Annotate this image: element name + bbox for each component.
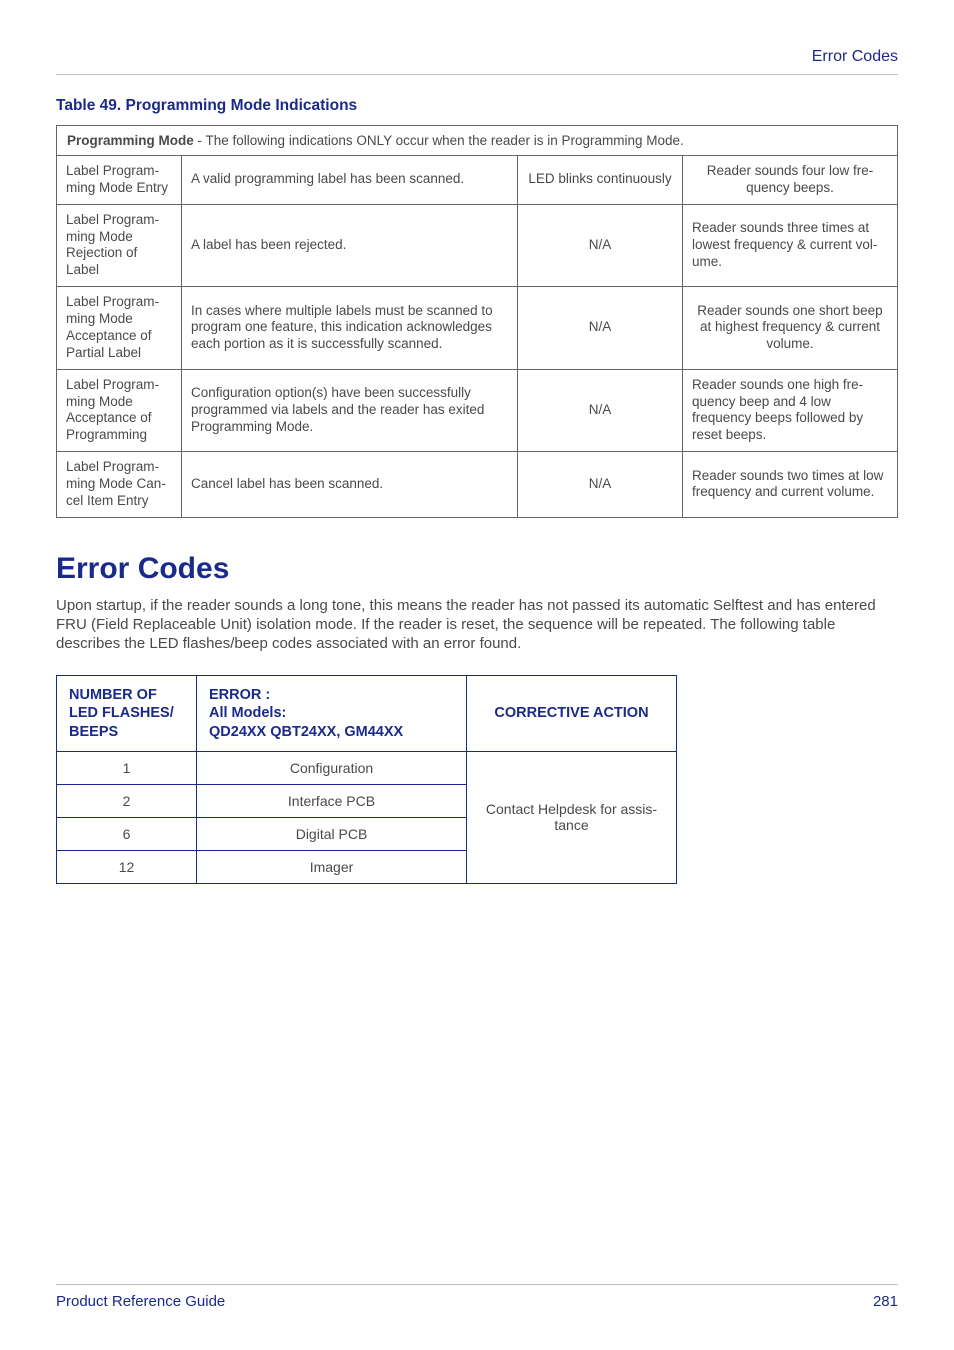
table-row: Label Program­ming Mode Rejec­tion of La… [57, 204, 898, 287]
table-row: Label Program­ming Mode Can­cel Item Ent… [57, 452, 898, 518]
th-line: NUMBER OF [69, 687, 157, 703]
cell: Label Program­ming Mode Acceptance of Pa… [57, 287, 182, 370]
cell: Digital PCB [197, 817, 467, 850]
table-row: 1 Configuration Contact Helpdesk for ass… [57, 751, 677, 784]
cell: 6 [57, 817, 197, 850]
table-row: Label Program­ming Mode Acceptance of Pa… [57, 287, 898, 370]
th-line: QD24XX QBT24XX, GM44XX [209, 724, 403, 740]
th-line: ERROR : [209, 687, 270, 703]
cell: Label Program­ming Mode Entry [57, 155, 182, 204]
cell: Imager [197, 850, 467, 883]
programming-mode-intro-bold: Programming Mode [67, 133, 194, 148]
footer-left: Product Reference Guide [56, 1293, 225, 1310]
page-header-right: Error Codes [56, 48, 898, 66]
programming-mode-intro-rest: - The following indications ONLY occur w… [194, 133, 684, 148]
cell: 1 [57, 751, 197, 784]
cell: N/A [518, 452, 683, 518]
header-cell: NUMBER OF LED FLASHES/ BEEPS [57, 676, 197, 751]
cell: Reader sounds one high fre­quency beep a… [683, 369, 898, 452]
header-cell: ERROR : All Models: QD24XX QBT24XX, GM44… [197, 676, 467, 751]
error-codes-heading: Error Codes [56, 552, 898, 586]
table-row: Label Program­ming Mode Acceptance of Pr… [57, 369, 898, 452]
cell: Interface PCB [197, 784, 467, 817]
cell: Label Program­ming Mode Rejec­tion of La… [57, 204, 182, 287]
cell: N/A [518, 369, 683, 452]
cell: Configuration option(s) have been succes… [182, 369, 518, 452]
header-divider [56, 74, 898, 75]
table49-caption: Table 49. Programming Mode Indications [56, 97, 898, 115]
cell: N/A [518, 287, 683, 370]
th-line: All Models: [209, 705, 286, 721]
error-codes-table: NUMBER OF LED FLASHES/ BEEPS ERROR : All… [56, 675, 677, 883]
table-row: Label Program­ming Mode Entry A valid pr… [57, 155, 898, 204]
cell: Configuration [197, 751, 467, 784]
cell: Cancel label has been scanned. [182, 452, 518, 518]
cell: 2 [57, 784, 197, 817]
programming-mode-intro: Programming Mode - The following indicat… [56, 125, 898, 155]
cell: A valid programming label has been scann… [182, 155, 518, 204]
cell: In cases where multiple labels must be s… [182, 287, 518, 370]
cell: Contact Helpdesk for assis­tance [467, 751, 677, 883]
error-codes-body: Upon startup, if the reader sounds a lon… [56, 596, 898, 654]
programming-mode-table: Label Program­ming Mode Entry A valid pr… [56, 155, 898, 518]
cell: Reader sounds three times at lowest freq… [683, 204, 898, 287]
cell: 12 [57, 850, 197, 883]
table-header-row: NUMBER OF LED FLASHES/ BEEPS ERROR : All… [57, 676, 677, 751]
th-line: BEEPS [69, 724, 118, 740]
cell: Reader sounds one short beep at highest … [683, 287, 898, 370]
cell: N/A [518, 204, 683, 287]
page-footer: Product Reference Guide 281 [56, 1284, 898, 1310]
cell: A label has been rejected. [182, 204, 518, 287]
cell: Reader sounds four low fre­quency beeps. [683, 155, 898, 204]
cell: Reader sounds two times at low frequency… [683, 452, 898, 518]
header-cell: CORRECTIVE ACTION [467, 676, 677, 751]
cell: LED blinks continuously [518, 155, 683, 204]
th-line: LED FLASHES/ [69, 705, 174, 721]
cell: Label Program­ming Mode Can­cel Item Ent… [57, 452, 182, 518]
footer-page-number: 281 [873, 1293, 898, 1310]
cell: Label Program­ming Mode Acceptance of Pr… [57, 369, 182, 452]
